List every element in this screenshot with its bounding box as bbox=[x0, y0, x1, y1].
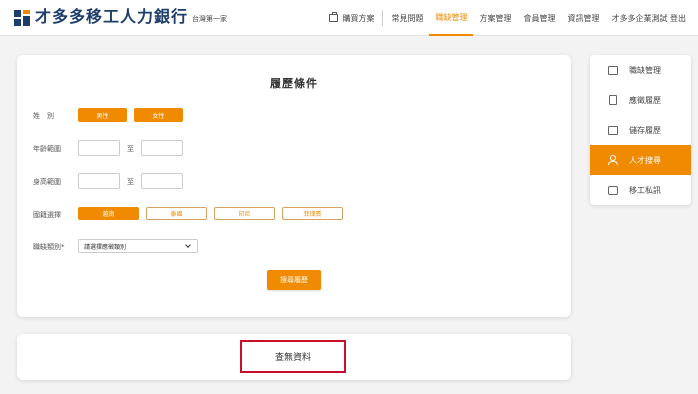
side-item-applications[interactable]: 應徵履歷 bbox=[590, 85, 691, 115]
no-data-message: 查無資料 bbox=[240, 340, 346, 373]
side-item-label: 人才搜尋 bbox=[629, 155, 661, 165]
side-item-talent-search[interactable]: 人才搜尋 bbox=[590, 145, 691, 175]
folder-icon bbox=[608, 125, 618, 135]
nav-member-management[interactable]: 會員管理 bbox=[517, 0, 561, 36]
brand-tagline: 台灣第一家 bbox=[192, 15, 228, 23]
height-range-label: 身高範圍 bbox=[33, 178, 61, 186]
job-category-select[interactable]: 請選擇應徵類別 bbox=[78, 239, 198, 253]
gender-label: 姓 別 bbox=[33, 112, 54, 120]
nav-faq[interactable]: 常見問題 bbox=[385, 0, 429, 36]
document-icon bbox=[609, 95, 617, 105]
side-item-saved-resumes[interactable]: 儲存履歷 bbox=[590, 115, 691, 145]
side-item-job-management[interactable]: 職缺管理 bbox=[590, 55, 691, 85]
height-min-input[interactable] bbox=[78, 173, 120, 189]
nav-divider bbox=[382, 10, 384, 26]
gender-male-button[interactable]: 男性 bbox=[78, 108, 127, 122]
nav-account-logout[interactable]: 才多多企業測試 登出 bbox=[605, 0, 692, 36]
nationality-label: 國籍選擇 bbox=[33, 211, 61, 219]
nationality-indonesia-button[interactable]: 印尼 bbox=[214, 207, 275, 220]
age-max-input[interactable] bbox=[141, 140, 183, 156]
side-item-label: 移工私訊 bbox=[629, 185, 661, 195]
logo-icon bbox=[14, 10, 30, 26]
brand-name: 才多多移工人力銀行 bbox=[35, 7, 189, 26]
job-category-value: 請選擇應徵類別 bbox=[84, 243, 127, 251]
nationality-philippines-button[interactable]: 菲律賓 bbox=[282, 207, 343, 220]
side-item-label: 職缺管理 bbox=[629, 65, 661, 75]
shopping-bag-icon bbox=[329, 12, 339, 22]
top-header: 才多多移工人力銀行 台灣第一家 購買方案 常見問題 職缺管理 方案管理 會員管理… bbox=[0, 0, 698, 36]
briefcase-icon bbox=[608, 65, 618, 75]
chevron-down-icon bbox=[185, 242, 191, 248]
nav-job-management[interactable]: 職缺管理 bbox=[429, 0, 474, 36]
job-category-label: 職缺類別* bbox=[33, 243, 65, 251]
nav-info-management[interactable]: 資訊管理 bbox=[561, 0, 605, 36]
logo[interactable]: 才多多移工人力銀行 台灣第一家 bbox=[14, 8, 227, 26]
side-item-label: 應徵履歷 bbox=[629, 95, 661, 105]
nationality-thailand-button[interactable]: 泰國 bbox=[146, 207, 207, 220]
side-item-label: 儲存履歷 bbox=[629, 125, 661, 135]
age-to-text: 至 bbox=[127, 145, 134, 153]
chat-icon bbox=[608, 185, 618, 195]
age-min-input[interactable] bbox=[78, 140, 120, 156]
person-search-icon bbox=[608, 155, 618, 165]
height-to-text: 至 bbox=[127, 178, 134, 186]
nav-label: 購買方案 bbox=[342, 13, 375, 23]
main-nav: 購買方案 常見問題 職缺管理 方案管理 會員管理 資訊管理 才多多企業測試 登出 bbox=[323, 0, 692, 36]
gender-female-button[interactable]: 女性 bbox=[134, 108, 183, 122]
nav-plan-management[interactable]: 方案管理 bbox=[473, 0, 517, 36]
side-item-messages[interactable]: 移工私訊 bbox=[590, 175, 691, 205]
page-title: 履歷條件 bbox=[270, 77, 318, 90]
side-menu: 職缺管理 應徵履歷 儲存履歷 人才搜尋 移工私訊 bbox=[590, 55, 691, 205]
nationality-vietnam-button[interactable]: 越南 bbox=[78, 207, 139, 220]
nav-buy-plan[interactable]: 購買方案 bbox=[323, 0, 380, 36]
height-max-input[interactable] bbox=[141, 173, 183, 189]
search-resume-button[interactable]: 搜尋履歷 bbox=[267, 270, 321, 290]
age-range-label: 年齡範圍 bbox=[33, 145, 61, 153]
